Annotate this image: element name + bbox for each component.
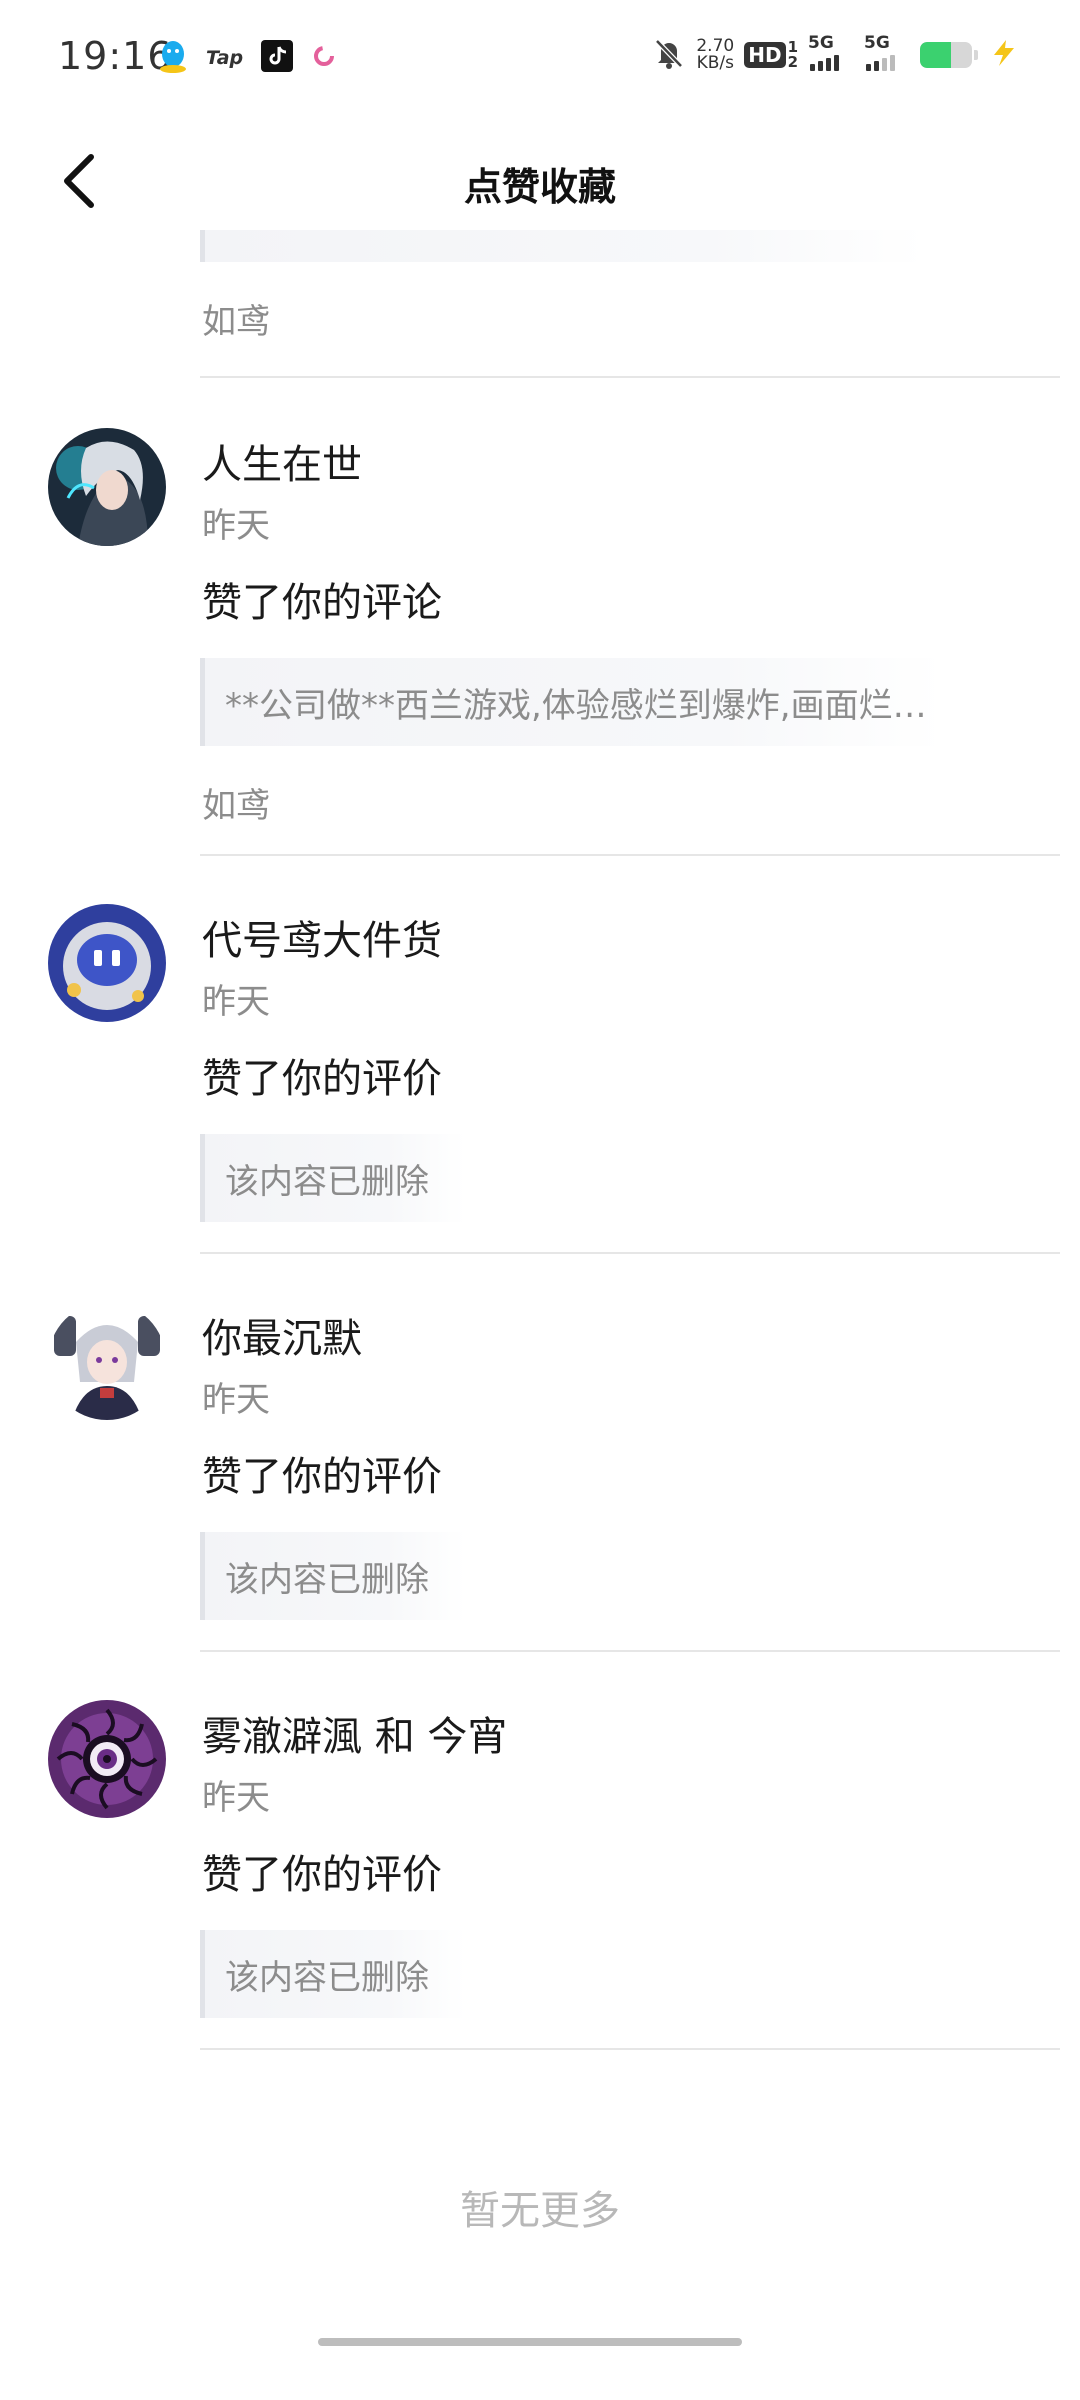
avatar-silver-hair-character-icon xyxy=(48,428,166,546)
username[interactable]: 雾澈澼渢 和 今宵 xyxy=(202,1704,507,1762)
game-name[interactable]: 如鸢 xyxy=(202,294,270,343)
status-time: 19:16 xyxy=(58,34,173,78)
pink-ring-icon xyxy=(311,43,337,73)
avatar[interactable] xyxy=(48,904,166,1022)
quoted-content[interactable]: 该内容已删除 xyxy=(200,1930,465,2018)
partial-list-item[interactable]: 如鸢 xyxy=(0,230,1080,380)
signal-sim1-icon: 5G xyxy=(808,33,854,73)
quoted-content[interactable]: 该内容已删除 xyxy=(200,1134,465,1222)
no-more-text: 暂无更多 xyxy=(460,2188,620,2234)
signal-sim1-label: 5G xyxy=(808,33,834,53)
action-text: 赞了你的评论 xyxy=(202,580,442,626)
hd-sim2: 2 xyxy=(787,53,798,71)
net-speed: 2.70 KB/s xyxy=(696,38,734,72)
username[interactable]: 人生在世 xyxy=(202,432,362,490)
hd-badge: HD 1 2 xyxy=(744,40,798,70)
tiktok-icon xyxy=(261,40,294,76)
list-item[interactable]: 你最沉默 昨天 赞了你的评价 该内容已删除 xyxy=(0,1254,1080,1652)
home-indicator[interactable] xyxy=(318,2338,742,2346)
qq-icon xyxy=(158,38,188,78)
list-item[interactable]: 雾澈澼渢 和 今宵 昨天 赞了你的评价 该内容已删除 xyxy=(0,1652,1080,2050)
action-text: 赞了你的评价 xyxy=(202,1056,442,1102)
timestamp: 昨天 xyxy=(202,982,270,1022)
avatar-robot-icon xyxy=(48,904,166,1022)
signal-sim2-label: 5G xyxy=(864,33,890,53)
likes-list: 如鸢 人生在世 昨天 赞了你的评论 **公司做**西兰游戏,体验感烂到爆炸,画面… xyxy=(0,230,1080,2050)
timestamp: 昨天 xyxy=(202,506,270,546)
battery-tip xyxy=(974,50,978,60)
avatar-purple-eye-icon xyxy=(48,1700,166,1818)
avatar-anime-girl-icon xyxy=(48,1302,166,1420)
page-title: 点赞收藏 xyxy=(463,165,616,209)
status-bar: 19:16 Tap 2.70 KB/s HD 1 2 5G 5G xyxy=(0,0,1080,120)
partial-quote-block xyxy=(200,230,925,262)
quoted-content[interactable]: 该内容已删除 xyxy=(200,1532,465,1620)
divider xyxy=(200,376,1060,378)
action-text: 赞了你的评价 xyxy=(202,1454,442,1500)
list-item[interactable]: 代号鸢大件货 昨天 赞了你的评价 该内容已删除 xyxy=(0,856,1080,1254)
net-speed-unit: KB/s xyxy=(696,53,734,73)
username[interactable]: 代号鸢大件货 xyxy=(202,908,442,966)
avatar[interactable] xyxy=(48,1302,166,1420)
charging-bolt-icon xyxy=(988,38,1020,72)
signal-sim2-icon: 5G xyxy=(864,33,910,73)
status-app-icons: Tap xyxy=(158,38,337,78)
taptap-icon: Tap xyxy=(206,47,244,69)
divider xyxy=(200,2048,1060,2050)
game-name[interactable]: 如鸢 xyxy=(202,778,270,827)
list-item[interactable]: 人生在世 昨天 赞了你的评论 **公司做**西兰游戏,体验感烂到爆炸,画面烂… … xyxy=(0,380,1080,856)
action-text: 赞了你的评价 xyxy=(202,1852,442,1898)
avatar[interactable] xyxy=(48,1700,166,1818)
timestamp: 昨天 xyxy=(202,1778,270,1818)
timestamp: 昨天 xyxy=(202,1380,270,1420)
username[interactable]: 你最沉默 xyxy=(202,1306,362,1364)
avatar[interactable] xyxy=(48,428,166,546)
hd-sim-numbers: 1 2 xyxy=(788,40,798,70)
battery-icon xyxy=(920,42,972,68)
mute-bell-icon xyxy=(652,36,686,74)
quoted-content[interactable]: **公司做**西兰游戏,体验感烂到爆炸,画面烂… xyxy=(200,658,943,746)
status-right: 2.70 KB/s HD 1 2 5G 5G xyxy=(652,33,1020,74)
hd-label: HD xyxy=(744,42,786,68)
